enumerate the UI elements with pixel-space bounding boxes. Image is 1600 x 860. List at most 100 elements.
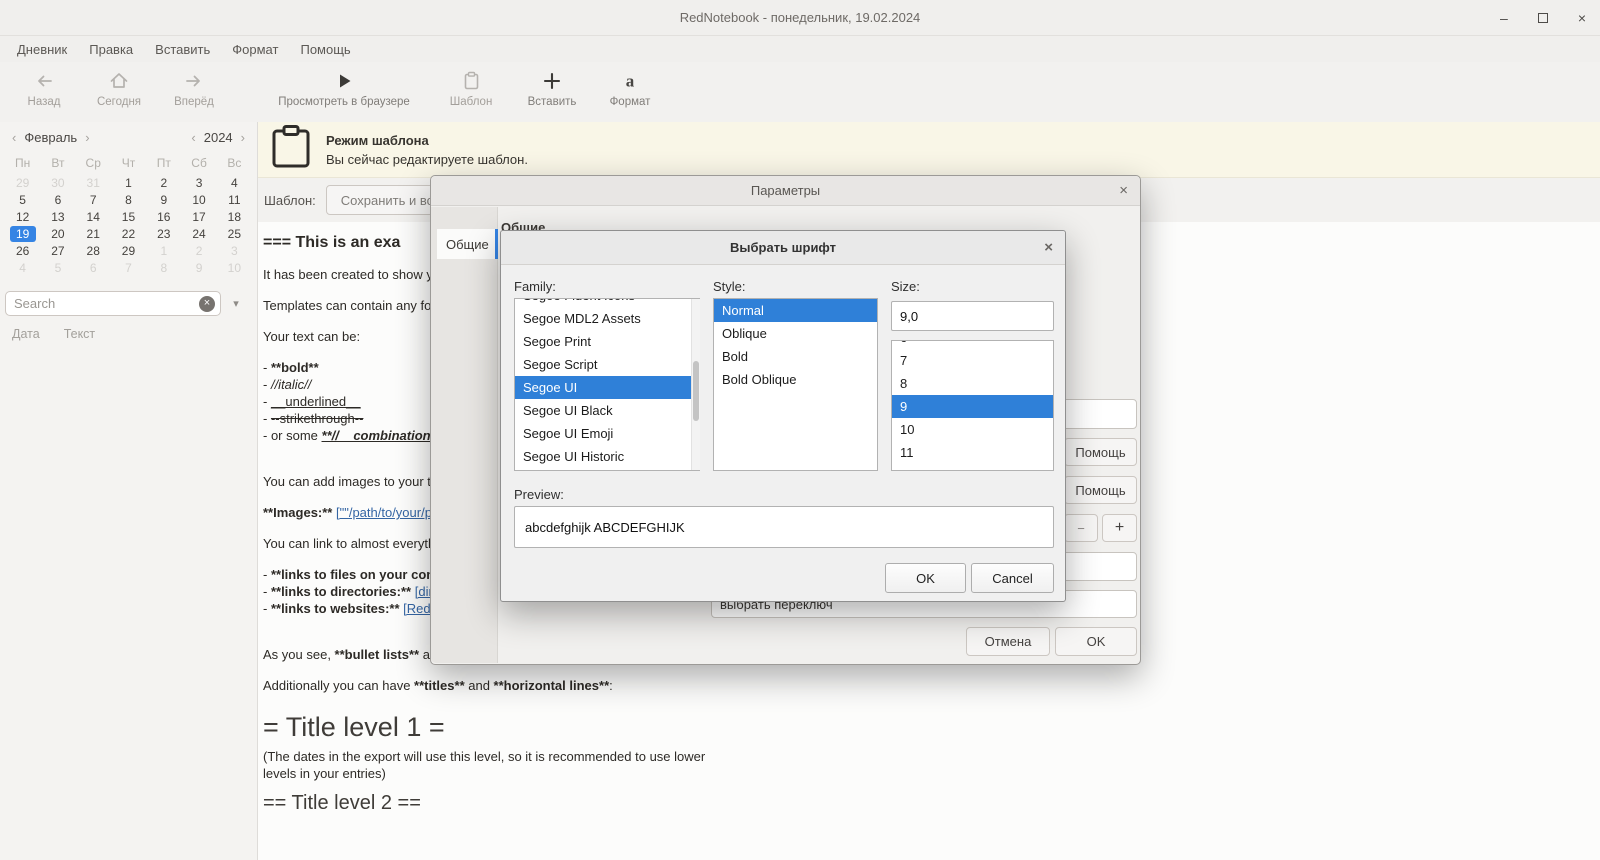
calendar-day[interactable]: 22	[115, 226, 141, 242]
calendar-day[interactable]: 10	[186, 192, 212, 208]
column-header-date[interactable]: Дата	[12, 327, 40, 341]
calendar-day[interactable]: 8	[115, 192, 141, 208]
search-clear-icon[interactable]: ×	[199, 295, 215, 312]
scrollbar-thumb[interactable]	[693, 361, 699, 421]
font-family-option[interactable]: Segoe UI Black	[515, 399, 699, 422]
font-style-option[interactable]: Normal	[714, 299, 877, 322]
calendar-day[interactable]: 2	[151, 175, 177, 191]
column-header-text[interactable]: Текст	[64, 327, 95, 341]
close-icon[interactable]: ×	[1578, 11, 1586, 25]
window-titlebar[interactable]: RedNotebook - понедельник, 19.02.2024 – …	[0, 0, 1600, 36]
menu-item[interactable]: Формат	[221, 38, 289, 61]
font-family-option[interactable]: Segoe UI Emoji	[515, 422, 699, 445]
font-ok-button[interactable]: OK	[885, 563, 966, 593]
preferences-ok-button[interactable]: OK	[1055, 627, 1137, 656]
family-list-scrollbar[interactable]	[691, 299, 700, 470]
calendar-day[interactable]: 3	[186, 175, 212, 191]
search-input[interactable]	[5, 291, 221, 316]
font-family-option[interactable]: Segoe Script	[515, 353, 699, 376]
font-style-option[interactable]: Bold Oblique	[714, 368, 877, 391]
font-size-option[interactable]: 9	[892, 395, 1053, 418]
calendar-day[interactable]: 1	[115, 175, 141, 191]
remove-button[interactable]: −	[1064, 514, 1098, 542]
calendar-day[interactable]: 4	[10, 260, 36, 276]
calendar-day[interactable]: 24	[186, 226, 212, 242]
calendar-day[interactable]: 21	[80, 226, 106, 242]
calendar-day[interactable]: 6	[80, 260, 106, 276]
calendar-day[interactable]: 17	[186, 209, 212, 225]
calendar-day[interactable]: 28	[80, 243, 106, 259]
calendar-day[interactable]: 29	[10, 175, 36, 191]
font-style-option[interactable]: Oblique	[714, 322, 877, 345]
calendar-day[interactable]: 26	[10, 243, 36, 259]
font-size-option[interactable]: 10	[892, 418, 1053, 441]
font-size-option[interactable]: 6	[892, 341, 1053, 349]
font-size-option[interactable]: 8	[892, 372, 1053, 395]
font-style-option[interactable]: Bold	[714, 345, 877, 368]
calendar-day[interactable]: 8	[151, 260, 177, 276]
menu-item[interactable]: Помощь	[289, 38, 361, 61]
font-family-option[interactable]: Segoe UI	[515, 376, 699, 399]
calendar-day[interactable]: 12	[10, 209, 36, 225]
calendar-day[interactable]: 31	[80, 175, 106, 191]
search-dropdown-icon[interactable]: ▾	[221, 297, 251, 310]
font-cancel-button[interactable]: Cancel	[971, 563, 1054, 593]
calendar-day[interactable]: 7	[80, 192, 106, 208]
preferences-close-icon[interactable]: ×	[1119, 176, 1128, 205]
menu-item[interactable]: Дневник	[6, 38, 78, 61]
calendar-day[interactable]: 11	[221, 192, 247, 208]
preferences-dialog-titlebar[interactable]: Параметры ×	[431, 176, 1140, 206]
font-dialog-titlebar[interactable]: Выбрать шрифт ×	[501, 231, 1065, 265]
font-family-option[interactable]: Segoe Print	[515, 330, 699, 353]
prev-month-icon[interactable]: ‹	[8, 130, 20, 145]
calendar-day[interactable]: 5	[45, 260, 71, 276]
size-input[interactable]: 9,0	[891, 301, 1054, 331]
add-button[interactable]: +	[1102, 514, 1137, 542]
font-style-list[interactable]: Normal Oblique Bold Bold Oblique	[713, 298, 878, 471]
calendar-day[interactable]: 27	[45, 243, 71, 259]
font-dialog-close-icon[interactable]: ×	[1044, 231, 1053, 264]
calendar-day[interactable]: 2	[186, 243, 212, 259]
maximize-icon[interactable]	[1537, 11, 1548, 25]
insert-button[interactable]: Вставить	[514, 69, 590, 108]
calendar-day[interactable]: 10	[221, 260, 247, 276]
calendar-day[interactable]: 9	[186, 260, 212, 276]
minimize-icon[interactable]: –	[1500, 11, 1508, 25]
calendar-day[interactable]: 25	[221, 226, 247, 242]
calendar-day[interactable]: 20	[45, 226, 71, 242]
calendar-day[interactable]: 23	[151, 226, 177, 242]
calendar-day[interactable]: 29	[115, 243, 141, 259]
back-button[interactable]: Назад	[8, 69, 80, 108]
calendar-day[interactable]: 1	[151, 243, 177, 259]
calendar-day[interactable]: 9	[151, 192, 177, 208]
year-label[interactable]: 2024	[200, 130, 237, 145]
calendar-day[interactable]: 3	[221, 243, 247, 259]
calendar-day[interactable]: 13	[45, 209, 71, 225]
font-family-option[interactable]: Segoe Fluent Icons	[515, 299, 699, 307]
calendar-day[interactable]: 19	[9, 226, 36, 242]
today-button[interactable]: Сегодня	[80, 69, 158, 108]
menu-item[interactable]: Вставить	[144, 38, 221, 61]
month-label[interactable]: Февраль	[20, 130, 81, 145]
font-size-option[interactable]: 7	[892, 349, 1053, 372]
forward-button[interactable]: Вперёд	[158, 69, 230, 108]
calendar-day[interactable]: 6	[45, 192, 71, 208]
template-button[interactable]: Шаблон	[428, 69, 514, 108]
calendar-day[interactable]: 15	[115, 209, 141, 225]
preferences-cancel-button[interactable]: Отмена	[966, 627, 1050, 656]
help-button-2[interactable]: Помощь	[1064, 476, 1137, 504]
font-size-option[interactable]: 11	[892, 441, 1053, 464]
calendar-day[interactable]: 16	[151, 209, 177, 225]
prev-year-icon[interactable]: ‹	[187, 130, 199, 145]
next-year-icon[interactable]: ›	[237, 130, 249, 145]
font-family-option[interactable]: Segoe UI Historic	[515, 445, 699, 468]
calendar-day[interactable]: 14	[80, 209, 106, 225]
calendar-day[interactable]: 30	[45, 175, 71, 191]
calendar-day[interactable]: 5	[10, 192, 36, 208]
calendar-day[interactable]: 7	[115, 260, 141, 276]
next-month-icon[interactable]: ›	[81, 130, 93, 145]
font-size-option[interactable]: 12	[892, 464, 1053, 470]
calendar-day[interactable]: 18	[221, 209, 247, 225]
font-family-option[interactable]: Segoe MDL2 Assets	[515, 307, 699, 330]
font-family-list[interactable]: Segoe Fluent IconsSegoe MDL2 AssetsSegoe…	[514, 298, 700, 471]
